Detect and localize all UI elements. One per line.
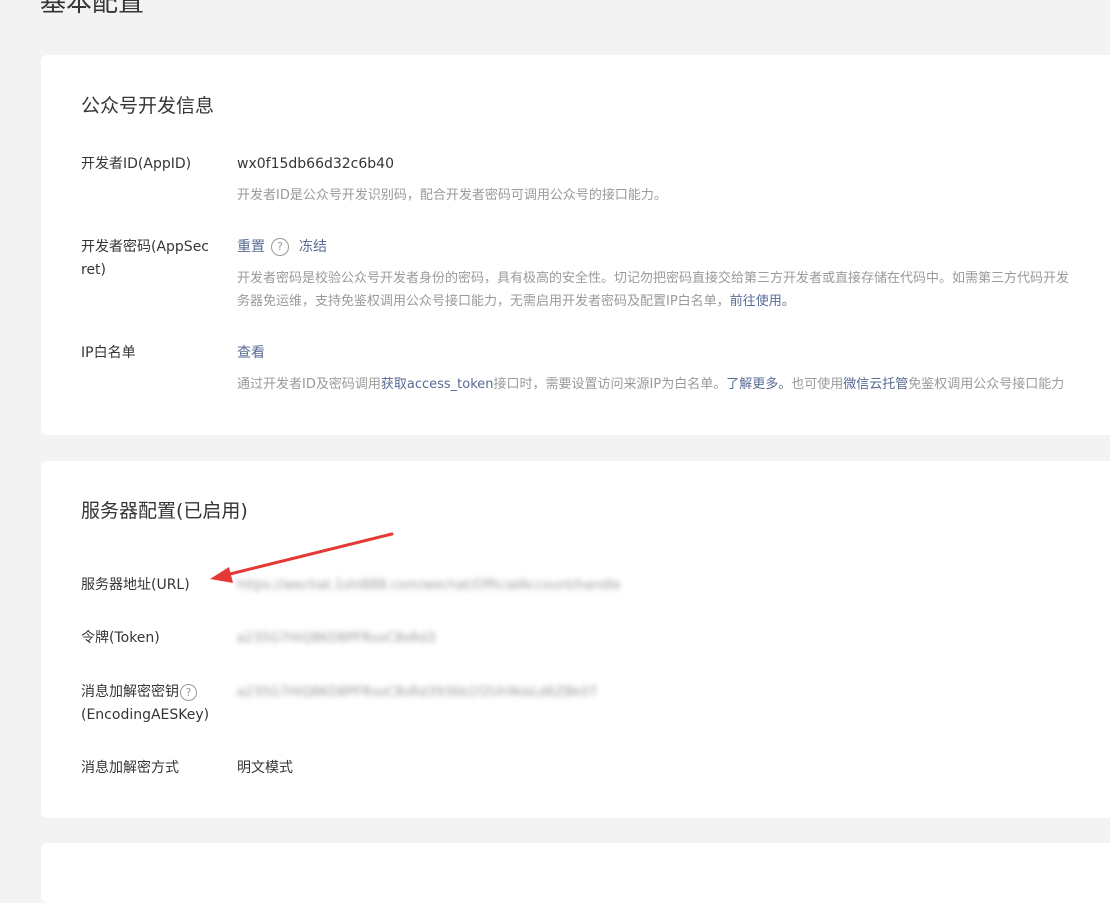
freeze-appsecret-link[interactable]: 冻结 bbox=[299, 239, 327, 255]
ip-desc-text-4: 免鉴权调用公众号接口能力 bbox=[908, 377, 1065, 392]
aeskey-value: a235G7HiQ8KD8PFRsoC8sRd3936b1f2Uh9kbLd6Z… bbox=[237, 685, 598, 700]
aeskey-label-line1: 消息加解密密钥 bbox=[81, 684, 179, 700]
wechat-cloud-hosting-link[interactable]: 微信云托管 bbox=[843, 377, 908, 392]
page-title: 基本配置 bbox=[40, 0, 145, 18]
aeskey-label-line2: (EncodingAESKey) bbox=[81, 707, 210, 723]
appsecret-description-line1: 开发者密码是校验公众号开发者身份的密码，具有极高的安全性。切记勿把密码直接交给第… bbox=[237, 271, 1070, 286]
developer-info-card: 公众号开发信息 开发者ID(AppID) wx0f15db66d32c6b40 … bbox=[41, 55, 1110, 435]
help-icon[interactable]: ? bbox=[180, 683, 197, 701]
help-icon[interactable]: ? bbox=[271, 238, 289, 256]
server-config-title: 服务器配置(已启用) bbox=[81, 500, 248, 522]
reset-appsecret-link[interactable]: 重置 bbox=[237, 239, 265, 255]
server-url-label: 服务器地址(URL) bbox=[81, 577, 190, 593]
token-label: 令牌(Token) bbox=[81, 630, 160, 646]
ip-desc-text-1: 通过开发者ID及密码调用 bbox=[237, 377, 381, 392]
token-value: a235G7HiQ8KD8PFRsoC8sRd3 bbox=[237, 631, 436, 646]
aeskey-label: 消息加解密密钥? (EncodingAESKey) bbox=[81, 681, 241, 727]
appsecret-actions: 重置? 冻结 bbox=[237, 236, 327, 259]
appsecret-label: 开发者密码(AppSecret) bbox=[81, 239, 210, 278]
ip-desc-text-3: 也可使用 bbox=[791, 377, 844, 392]
ip-whitelist-description: 通过开发者ID及密码调用获取access_token接口时，需要设置访问来源IP… bbox=[237, 373, 1064, 396]
ip-desc-text-2: 接口时，需要设置访问来源IP为白名单。 bbox=[493, 377, 727, 392]
appid-value: wx0f15db66d32c6b40 bbox=[237, 156, 394, 172]
ip-whitelist-label: IP白名单 bbox=[81, 345, 136, 361]
appid-description: 开发者ID是公众号开发识别码，配合开发者密码可调用公众号的接口能力。 bbox=[237, 188, 667, 203]
get-access-token-link[interactable]: 获取access_token bbox=[381, 377, 494, 392]
encryption-mode-value: 明文模式 bbox=[237, 760, 293, 776]
view-ip-whitelist-link[interactable]: 查看 bbox=[237, 345, 265, 361]
appsecret-description-text: 务器免运维，支持免鉴权调用公众号接口能力，无需启用开发者密码及配置IP白名单， bbox=[237, 294, 730, 309]
learn-more-link[interactable]: 了解更多。 bbox=[726, 377, 791, 392]
developer-info-title: 公众号开发信息 bbox=[81, 95, 215, 117]
encryption-mode-label: 消息加解密方式 bbox=[81, 760, 179, 776]
next-section-card bbox=[41, 843, 1110, 903]
server-url-value: https://wechat.1shl888.com/wechat/Offici… bbox=[237, 578, 621, 593]
go-use-link[interactable]: 前往使用。 bbox=[730, 294, 795, 309]
appid-label: 开发者ID(AppID) bbox=[81, 156, 192, 172]
ip-whitelist-actions: 查看 bbox=[237, 342, 265, 365]
server-config-card: 服务器配置(已启用) 服务器地址(URL) https://wechat.1sh… bbox=[41, 461, 1110, 818]
appsecret-description-line2: 务器免运维，支持免鉴权调用公众号接口能力，无需启用开发者密码及配置IP白名单，前… bbox=[237, 290, 795, 313]
